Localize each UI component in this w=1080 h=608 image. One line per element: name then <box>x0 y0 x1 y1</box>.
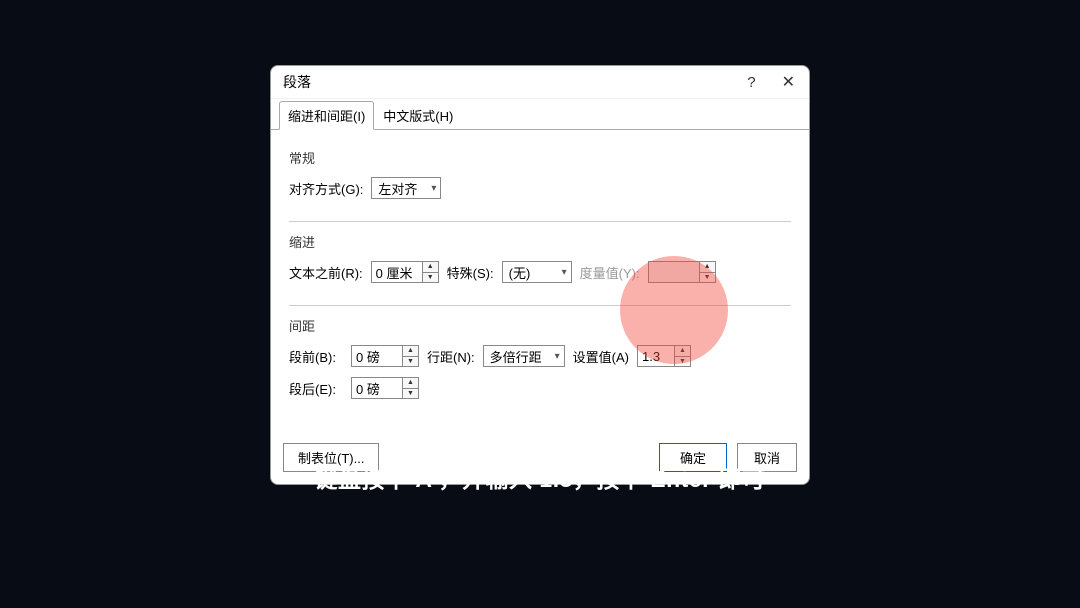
section-title: 间距 <box>289 316 791 335</box>
section-spacing: 间距 段前(B): ▲ ▼ 行距(N): 多倍行距 ▾ 设置值(A) <box>281 310 799 419</box>
metric-input <box>648 261 700 283</box>
spinner-buttons: ▲ ▼ <box>403 345 419 367</box>
titlebar-controls: ? ✕ <box>747 72 799 92</box>
before-text-spinner[interactable]: ▲ ▼ <box>371 261 439 283</box>
after-label: 段后(E): <box>289 379 343 398</box>
section-indent: 缩进 文本之前(R): ▲ ▼ 特殊(S): (无) ▾ 度量值(Y): <box>281 226 799 303</box>
after-spinner[interactable]: ▲ ▼ <box>351 377 419 399</box>
dialog-titlebar: 段落 ? ✕ <box>271 66 809 99</box>
tab-label: 缩进和间距(I) <box>288 109 365 124</box>
spinner-up-icon[interactable]: ▲ <box>403 346 418 357</box>
set-value-input[interactable] <box>637 345 675 367</box>
select-value: (无) <box>509 263 531 282</box>
set-value-spinner[interactable]: ▲ ▼ <box>637 345 691 367</box>
section-title: 缩进 <box>289 232 791 251</box>
row-spacing-before: 段前(B): ▲ ▼ 行距(N): 多倍行距 ▾ 设置值(A) <box>289 345 791 367</box>
after-input[interactable] <box>351 377 403 399</box>
spinner-down-icon[interactable]: ▼ <box>423 273 438 283</box>
tab-body: 常规 对齐方式(G): 左对齐 ▾ 缩进 文本之前(R): ▲ ▼ <box>271 129 809 433</box>
line-spacing-label: 行距(N): <box>427 347 475 366</box>
divider <box>289 305 791 306</box>
metric-label: 度量值(Y): <box>580 263 640 282</box>
before-text-label: 文本之前(R): <box>289 263 363 282</box>
special-select[interactable]: (无) ▾ <box>502 261 572 283</box>
spinner-up-icon[interactable]: ▲ <box>423 262 438 273</box>
special-label: 特殊(S): <box>447 263 494 282</box>
row-indent: 文本之前(R): ▲ ▼ 特殊(S): (无) ▾ 度量值(Y): <box>289 261 791 283</box>
section-general: 常规 对齐方式(G): 左对齐 ▾ <box>281 142 799 219</box>
row-alignment: 对齐方式(G): 左对齐 ▾ <box>289 177 791 199</box>
before-label: 段前(B): <box>289 347 343 366</box>
divider <box>289 221 791 222</box>
chevron-down-icon: ▾ <box>431 183 436 194</box>
spinner-down-icon[interactable]: ▼ <box>403 389 418 399</box>
tab-label: 中文版式(H) <box>383 109 453 124</box>
spinner-buttons: ▲ ▼ <box>700 261 716 283</box>
select-value: 多倍行距 <box>490 347 542 366</box>
before-spinner[interactable]: ▲ ▼ <box>351 345 419 367</box>
set-value-label: 设置值(A) <box>573 347 629 366</box>
chevron-down-icon: ▾ <box>562 267 567 278</box>
alignment-select[interactable]: 左对齐 ▾ <box>371 177 441 199</box>
instruction-caption: 键盘按下 A ，并输入 1.3，按下 Enter 即可 <box>0 460 1080 494</box>
alignment-label: 对齐方式(G): <box>289 179 363 198</box>
close-button[interactable]: ✕ <box>778 72 799 92</box>
spinner-up-icon: ▲ <box>700 262 715 273</box>
section-title: 常规 <box>289 148 791 167</box>
paragraph-dialog: 段落 ? ✕ 缩进和间距(I) 中文版式(H) 常规 对齐方式(G): 左对齐 … <box>270 65 810 485</box>
before-text-input[interactable] <box>371 261 423 283</box>
select-value: 左对齐 <box>378 179 417 198</box>
spinner-down-icon[interactable]: ▼ <box>403 357 418 367</box>
spinner-buttons: ▲ ▼ <box>423 261 439 283</box>
dialog-title: 段落 <box>283 72 311 92</box>
metric-spinner: ▲ ▼ <box>648 261 716 283</box>
tab-asian-typography[interactable]: 中文版式(H) <box>374 101 462 130</box>
row-spacing-after: 段后(E): ▲ ▼ <box>289 377 791 399</box>
spinner-up-icon[interactable]: ▲ <box>675 346 690 357</box>
tab-indent-spacing[interactable]: 缩进和间距(I) <box>279 101 374 130</box>
dialog-tabs: 缩进和间距(I) 中文版式(H) <box>271 99 809 130</box>
spinner-down-icon: ▼ <box>700 273 715 283</box>
line-spacing-select[interactable]: 多倍行距 ▾ <box>483 345 565 367</box>
chevron-down-icon: ▾ <box>555 351 560 362</box>
spinner-buttons: ▲ ▼ <box>403 377 419 399</box>
spinner-up-icon[interactable]: ▲ <box>403 378 418 389</box>
spinner-buttons: ▲ ▼ <box>675 345 691 367</box>
spinner-down-icon[interactable]: ▼ <box>675 357 690 367</box>
help-button[interactable]: ? <box>747 74 755 91</box>
before-input[interactable] <box>351 345 403 367</box>
